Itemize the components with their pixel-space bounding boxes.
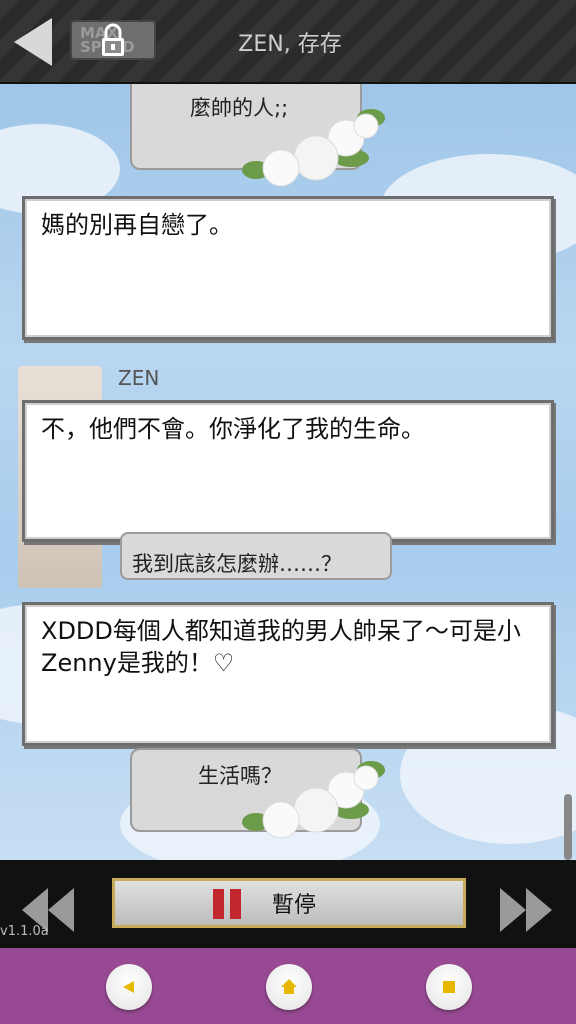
- sender-name: ZEN: [118, 366, 160, 390]
- back-nav-button[interactable]: [106, 964, 152, 1010]
- scrollbar[interactable]: [564, 794, 572, 860]
- playback-controls: 暫停 v1.1.0a: [0, 860, 576, 948]
- home-icon: [281, 979, 297, 994]
- rose-decoration-icon: [242, 109, 385, 187]
- reply-text: XDDD每個人都知道我的男人帥呆了～可是小Zenny是我的！♡: [41, 617, 521, 677]
- rose-decoration-icon: [242, 761, 385, 839]
- fast-forward-icon[interactable]: [498, 886, 554, 938]
- top-bar: MAX SPEED ZEN, 存存: [0, 0, 576, 84]
- reply-text: 不，他們不會。你淨化了我的生命。: [41, 415, 425, 443]
- chat-title: ZEN, 存存: [238, 32, 342, 57]
- lock-icon: [102, 23, 124, 56]
- pause-icon: [213, 889, 241, 919]
- stop-button[interactable]: [426, 964, 472, 1010]
- pause-label: 暫停: [271, 893, 316, 918]
- reply-option-2[interactable]: 不，他們不會。你淨化了我的生命。: [22, 400, 554, 542]
- chat-area[interactable]: 麼帥的人;; 媽的別再自戀了。 ZEN 不，他們不會。你淨化了我的生命。 我到底…: [0, 84, 576, 860]
- stop-icon: [443, 981, 455, 993]
- back-nav-icon: [123, 981, 134, 993]
- reply-text: 媽的別再自戀了。: [41, 211, 233, 239]
- message-text: 我到底該怎麼辦……？: [132, 552, 342, 576]
- version-label: v1.1.0a: [0, 924, 49, 939]
- lock-button[interactable]: MAX SPEED: [70, 20, 156, 60]
- navigation-bar: [0, 948, 576, 1024]
- reply-option-3[interactable]: XDDD每個人都知道我的男人帥呆了～可是小Zenny是我的！♡: [22, 602, 554, 746]
- home-button[interactable]: [266, 964, 312, 1010]
- reply-option-1[interactable]: 媽的別再自戀了。: [22, 196, 554, 340]
- message-bubble-middle: 我到底該怎麼辦……？: [120, 532, 392, 580]
- back-arrow-icon[interactable]: [10, 16, 56, 68]
- pause-button[interactable]: 暫停: [112, 878, 466, 928]
